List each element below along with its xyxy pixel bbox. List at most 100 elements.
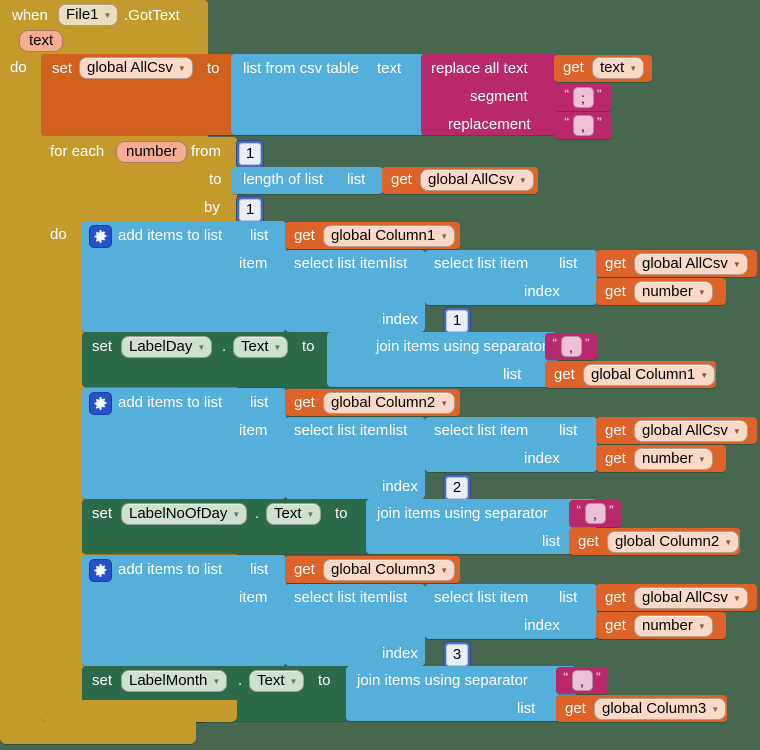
select-inner-list-variable-dropdown[interactable]: global AllCsv ▼	[634, 253, 748, 276]
select-list-item-inner-title: select list item	[434, 589, 529, 606]
get-text-variable-label: text	[600, 59, 625, 76]
set-component-name-label: LabelMonth	[129, 672, 208, 689]
open-quote-icon: “	[564, 116, 570, 128]
add-items-list-get-label: get	[294, 561, 315, 578]
select-inner-index-get-label: get	[605, 283, 626, 300]
for-each-from-value[interactable]: 1	[238, 143, 262, 165]
replacement-text-block[interactable]: “ , ”	[554, 112, 612, 139]
event-component-dropdown[interactable]: File1 ▼	[58, 4, 119, 27]
select-list-item-outer-index-block[interactable]: 3	[443, 641, 471, 669]
for-each-loop-variable[interactable]: number	[116, 141, 187, 163]
select-list-item-inner-list-label: list	[559, 422, 578, 439]
chevron-down-icon: ▼	[732, 260, 741, 270]
add-items-title: add items to list	[118, 394, 223, 411]
set-component-property-dropdown[interactable]: Text ▼	[249, 670, 305, 693]
add-items-list-variable-dropdown[interactable]: global Column1 ▼	[323, 225, 456, 248]
length-of-list-title: length of list	[243, 171, 324, 188]
join-list-variable-dropdown[interactable]: global Column3 ▼	[594, 698, 727, 721]
replace-replacement-label: replacement	[448, 116, 531, 133]
select-inner-index-variable-dropdown[interactable]: number ▼	[634, 448, 713, 471]
for-each-from-value-block[interactable]: 1	[236, 140, 264, 168]
chevron-down-icon: ▼	[724, 538, 733, 548]
join-list-label: list	[517, 700, 536, 717]
close-quote-icon: ”	[596, 88, 603, 100]
set-variable-dropdown[interactable]: global AllCsv ▼	[79, 57, 193, 80]
select-inner-list-get-label: get	[605, 422, 626, 439]
set-component-name-dropdown[interactable]: LabelNoOfDay ▼	[121, 503, 248, 526]
for-each-bottom-strip	[41, 700, 237, 722]
select-list-item-outer-list-label: list	[389, 255, 408, 272]
join-separator-field[interactable]: ,	[560, 336, 582, 357]
gear-icon[interactable]	[89, 559, 112, 582]
select-list-item-outer-index-label: index	[382, 478, 418, 495]
join-items-title: join items using separator	[377, 505, 548, 522]
add-items-item-label: item	[239, 422, 268, 439]
add-items-list-variable-dropdown[interactable]: global Column2 ▼	[323, 392, 456, 415]
set-component-property-dropdown[interactable]: Text ▼	[233, 336, 289, 359]
list-from-csv-text-socket-label: text	[377, 60, 402, 77]
select-list-item-inner-index-label: index	[524, 283, 560, 300]
get-text-variable-dropdown[interactable]: text ▼	[592, 57, 645, 80]
select-list-item-outer-index-value[interactable]: 1	[445, 310, 469, 332]
set-component-dot: .	[222, 338, 227, 355]
chevron-down-icon: ▼	[629, 64, 638, 74]
select-inner-list-variable-dropdown[interactable]: global AllCsv ▼	[634, 420, 748, 443]
gear-icon[interactable]	[89, 225, 112, 248]
select-list-item-outer-index-label: index	[382, 311, 418, 328]
segment-text-field[interactable]: ;	[572, 87, 594, 108]
for-each-by-value[interactable]: 1	[238, 199, 262, 221]
get-text-label: get	[563, 59, 584, 76]
segment-text-block[interactable]: “ ; ”	[554, 84, 612, 111]
select-inner-list-get-label: get	[605, 589, 626, 606]
set-component-property-label: Text	[241, 338, 269, 355]
select-inner-list-variable-dropdown[interactable]: global AllCsv ▼	[634, 587, 748, 610]
join-list-get-label: get	[578, 533, 599, 550]
chevron-down-icon: ▼	[273, 343, 282, 353]
join-separator-field[interactable]: ,	[571, 670, 593, 691]
set-component-name-label: LabelNoOfDay	[129, 505, 228, 522]
select-inner-index-variable-dropdown[interactable]: number ▼	[634, 281, 713, 304]
add-items-item-label: item	[239, 255, 268, 272]
set-component-set-label: set	[92, 672, 113, 689]
join-list-variable-dropdown[interactable]: global Column1 ▼	[583, 364, 716, 387]
chevron-down-icon: ▼	[306, 510, 315, 520]
open-quote-icon: “	[564, 88, 570, 100]
select-list-item-outer-index-value[interactable]: 3	[445, 644, 469, 666]
for-each-label: for each	[50, 143, 105, 160]
join-list-label: list	[503, 366, 522, 383]
join-separator-text-block[interactable]: “ , ”	[569, 500, 621, 527]
set-component-dot: .	[238, 672, 243, 689]
join-separator-text-block[interactable]: “ , ”	[556, 667, 608, 694]
chevron-down-icon: ▼	[732, 427, 741, 437]
select-list-item-outer-index-block[interactable]: 2	[443, 474, 471, 502]
set-component-name-dropdown[interactable]: LabelMonth ▼	[121, 670, 228, 693]
select-inner-index-variable-dropdown[interactable]: number ▼	[634, 615, 713, 638]
join-list-get-label: get	[565, 700, 586, 717]
length-of-list-variable-label: global AllCsv	[428, 171, 514, 188]
for-each-do-label: do	[50, 226, 67, 243]
select-list-item-outer-index-value[interactable]: 2	[445, 477, 469, 499]
chevron-down-icon: ▼	[440, 232, 449, 242]
set-component-name-dropdown[interactable]: LabelDay ▼	[121, 336, 213, 359]
event-when-label: when	[12, 7, 48, 24]
join-list-get-label: get	[554, 366, 575, 383]
event-bottom-strip	[0, 722, 196, 744]
chevron-down-icon: ▼	[697, 622, 706, 632]
event-param-text[interactable]: text	[19, 30, 64, 52]
select-inner-index-variable-label: number	[642, 283, 693, 300]
for-each-by-value-block[interactable]: 1	[236, 196, 264, 224]
select-list-item-outer-index-block[interactable]: 1	[443, 307, 471, 335]
replacement-text-field[interactable]: ,	[572, 115, 594, 136]
join-items-title: join items using separator	[357, 672, 528, 689]
set-component-property-dropdown[interactable]: Text ▼	[266, 503, 322, 526]
join-list-variable-dropdown[interactable]: global Column2 ▼	[607, 531, 740, 554]
add-items-list-variable-dropdown[interactable]: global Column3 ▼	[323, 559, 456, 582]
add-items-list-label: list	[250, 227, 269, 244]
chevron-down-icon: ▼	[103, 11, 112, 21]
join-separator-text-block[interactable]: “ , ”	[545, 333, 597, 360]
length-of-list-variable-dropdown[interactable]: global AllCsv ▼	[420, 169, 534, 192]
gear-icon[interactable]	[89, 392, 112, 415]
join-separator-field[interactable]: ,	[584, 503, 606, 524]
set-component-to-label: to	[302, 338, 315, 355]
set-to-label: to	[207, 60, 220, 77]
